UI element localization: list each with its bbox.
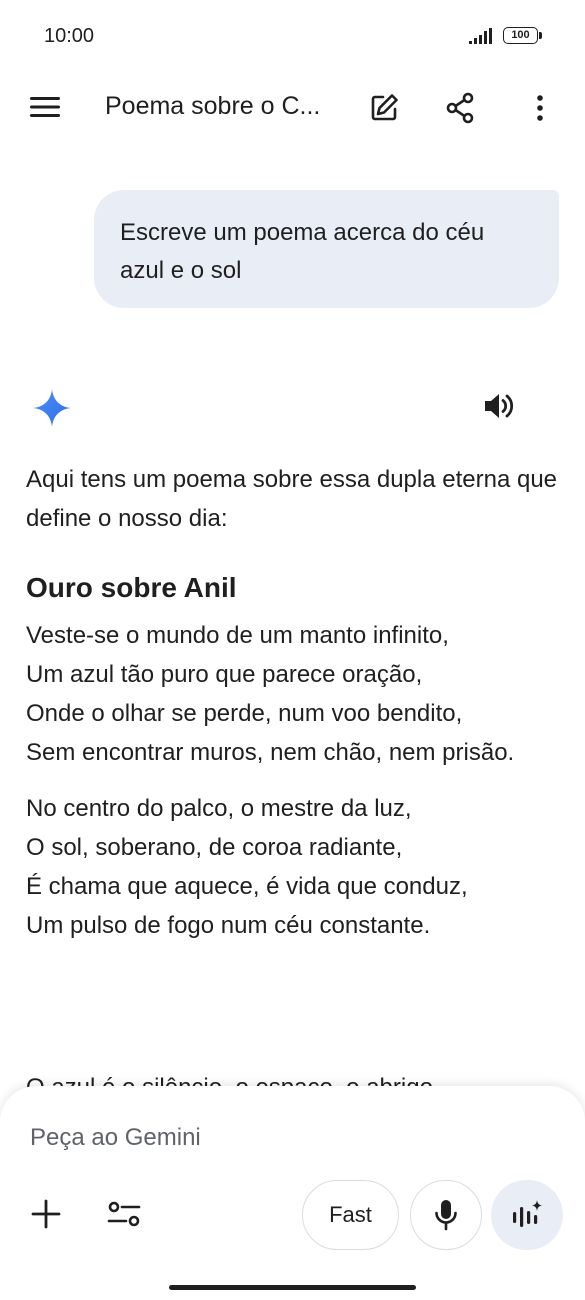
- share-button[interactable]: [438, 86, 482, 130]
- poem-stanza-2: No centro do palco, o mestre da luz, O s…: [26, 789, 566, 945]
- tools-button[interactable]: [104, 1194, 144, 1234]
- poem-line: O sol, soberano, de coroa radiante,: [26, 834, 403, 861]
- top-app-bar: Poema sobre o C...: [0, 72, 585, 140]
- home-indicator[interactable]: [169, 1285, 416, 1290]
- read-aloud-button[interactable]: [478, 386, 522, 426]
- response-intro: Aqui tens um poema sobre essa dupla eter…: [26, 466, 558, 532]
- poem-line: Onde o olhar se perde, num voo bendito,: [26, 700, 463, 727]
- poem-line: No centro do palco, o mestre da luz,: [26, 795, 412, 822]
- more-options-button[interactable]: [518, 86, 562, 130]
- status-time: 10:00: [44, 25, 95, 47]
- user-message-bubble: Escreve um poema acerca do céu azul e o …: [94, 190, 559, 308]
- poem-title: Ouro sobre Anil: [26, 572, 237, 603]
- poem-line: Sem encontrar muros, nem chão, nem prisã…: [26, 739, 515, 766]
- poem-line: Um azul tão puro que parece oração,: [26, 661, 423, 688]
- plus-icon: [31, 1199, 61, 1229]
- poem-line: Veste-se o mundo de um manto infinito,: [26, 622, 449, 649]
- battery-level: 100: [503, 27, 538, 44]
- live-mode-button[interactable]: [491, 1180, 563, 1250]
- chat-title[interactable]: Poema sobre o C...: [105, 92, 320, 121]
- model-mode-button[interactable]: Fast: [302, 1180, 399, 1250]
- voice-input-button[interactable]: [410, 1180, 482, 1250]
- microphone-icon: [435, 1200, 457, 1231]
- poem-line: Um pulso de fogo num céu constante.: [26, 912, 431, 939]
- signal-icon: [469, 28, 492, 44]
- live-waveform-icon: [513, 1200, 542, 1227]
- speaker-icon: [485, 394, 514, 418]
- gemini-sparkle-icon: [33, 389, 71, 427]
- gemini-response: Aqui tens um poema sobre essa dupla eter…: [26, 460, 566, 945]
- tools-sliders-icon: [107, 1201, 141, 1227]
- more-vertical-icon: [537, 95, 543, 121]
- poem-line: É chama que aquece, é vida que conduz,: [26, 873, 468, 900]
- battery-icon: 100: [503, 26, 543, 46]
- poem-stanza-1: Veste-se o mundo de um manto infinito, U…: [26, 616, 566, 772]
- hamburger-menu-icon: [30, 97, 60, 117]
- prompt-input-panel: Fast: [0, 1086, 585, 1300]
- add-attachment-button[interactable]: [26, 1194, 66, 1234]
- share-icon: [446, 92, 474, 124]
- prompt-input[interactable]: [30, 1118, 450, 1158]
- status-bar: 10:00 100: [0, 0, 585, 72]
- edit-icon: [371, 94, 398, 121]
- new-chat-button[interactable]: [362, 86, 406, 130]
- menu-button[interactable]: [24, 86, 66, 128]
